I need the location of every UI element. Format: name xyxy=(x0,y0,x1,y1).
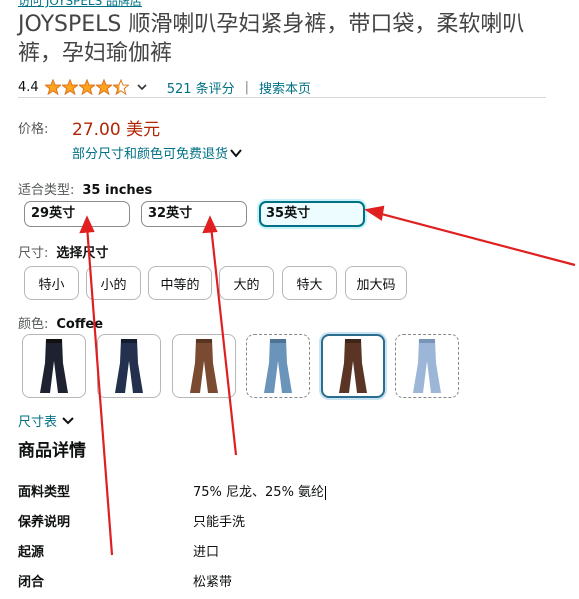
star-icon xyxy=(44,79,61,95)
fit-option-32[interactable]: 32英寸 xyxy=(141,201,247,227)
rating-value: 4.4 xyxy=(18,79,39,95)
swatch-coffee-jeans[interactable] xyxy=(321,334,385,398)
size-chart-label: 尺寸表 xyxy=(18,415,58,430)
detail-label: 保养说明 xyxy=(18,515,71,530)
detail-label: 闭合 xyxy=(18,575,45,590)
size-chart-link[interactable]: 尺寸表 xyxy=(18,411,75,430)
size-option-m[interactable]: 中等的 xyxy=(148,266,212,300)
product-title: JOYSPELS 顺滑喇叭孕妇紧身裤，带口袋，柔软喇叭裤，孕妇瑜伽裤 xyxy=(18,12,525,66)
chevron-down-icon[interactable] xyxy=(137,82,147,92)
jeans-image xyxy=(115,339,143,393)
swatch-pale-blue-jeans[interactable] xyxy=(395,334,459,398)
chevron-down-icon xyxy=(62,416,74,424)
color-selected: Coffee xyxy=(56,317,104,332)
fit-option-29[interactable]: 29英寸 xyxy=(24,201,130,227)
jeans-image xyxy=(40,339,68,393)
jeans-image xyxy=(264,339,292,393)
price-value: 27.00 美元 xyxy=(72,120,161,140)
jeans-image xyxy=(190,339,218,393)
arrow-to-35 xyxy=(373,210,576,267)
detail-value: 75% 尼龙、25% 氨纶 xyxy=(193,481,327,500)
size-row: 尺寸: 选择尺寸 xyxy=(18,242,108,261)
color-row: 颜色: Coffee xyxy=(18,313,103,332)
jeans-image xyxy=(339,339,367,393)
search-page-link[interactable]: 搜索本页 xyxy=(259,78,311,97)
size-option-xxl[interactable]: 加大码 xyxy=(345,266,407,300)
star-icon xyxy=(61,79,78,95)
size-label: 尺寸: xyxy=(18,246,49,261)
color-label: 颜色: xyxy=(18,317,49,332)
store-link[interactable]: 访问 JOYSPELS 品牌店 xyxy=(18,0,142,9)
size-option-s[interactable]: 小的 xyxy=(86,266,141,300)
chevron-down-icon xyxy=(230,148,242,158)
star-icon xyxy=(112,79,129,95)
product-details-title: 商品详情 xyxy=(18,441,86,461)
price-label: 价格: xyxy=(18,122,49,137)
detail-label: 面料类型 xyxy=(18,485,71,500)
detail-value-text: 75% 尼龙、25% 氨纶 xyxy=(193,485,325,500)
star-icon xyxy=(78,79,95,95)
detail-value: 松紧带 xyxy=(193,575,233,590)
rating-row: 4.4 521 条评分 | 搜索本页 xyxy=(18,77,546,98)
swatch-brown-jeans[interactable] xyxy=(172,334,236,398)
fit-type-row: 适合类型: 35 inches xyxy=(18,179,152,198)
fit-option-35[interactable]: 35英寸 xyxy=(259,201,365,227)
free-returns-link[interactable]: 部分尺寸和颜色可免费退货 xyxy=(72,143,242,162)
detail-value: 只能手洗 xyxy=(193,515,246,530)
reviews-link[interactable]: 521 条评分 xyxy=(167,78,235,97)
jeans-image xyxy=(413,339,441,393)
text-cursor xyxy=(325,485,327,500)
star-icon xyxy=(95,79,112,95)
swatch-navy-jeans[interactable] xyxy=(97,334,161,398)
size-option-xs[interactable]: 特小 xyxy=(24,266,79,300)
free-returns-label: 部分尺寸和颜色可免费退货 xyxy=(72,147,229,162)
product-panel: 访问 JOYSPELS 品牌店 JOYSPELS 顺滑喇叭孕妇紧身裤，带口袋，柔… xyxy=(0,0,579,599)
arrowhead xyxy=(364,205,385,221)
fit-type-selected: 35 inches xyxy=(82,183,153,198)
detail-value: 进口 xyxy=(193,545,220,560)
size-selected: 选择尺寸 xyxy=(56,246,109,261)
size-option-xl[interactable]: 特大 xyxy=(282,266,337,300)
swatch-light-blue-jeans[interactable] xyxy=(246,334,310,398)
size-option-l[interactable]: 大的 xyxy=(219,266,274,300)
star-rating[interactable] xyxy=(44,79,129,95)
detail-label: 起源 xyxy=(18,545,45,560)
fit-type-label: 适合类型: xyxy=(18,183,75,198)
separator: | xyxy=(244,79,250,95)
swatch-black-jeans[interactable] xyxy=(22,334,86,398)
